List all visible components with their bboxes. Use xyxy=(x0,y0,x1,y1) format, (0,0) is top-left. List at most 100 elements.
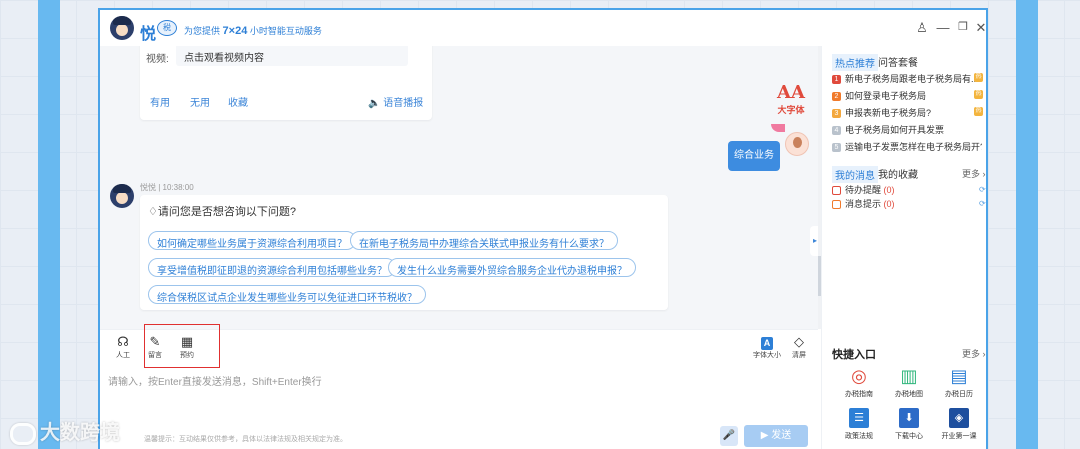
right-panel: 热点推荐 问答套餐 1 新电子税务局跟老电子税务局有... 2 如何登录电子税务局 … xyxy=(821,46,986,449)
disclaimer-text: 温馨提示：互动结果仅供参考，具体以法律法规及相关规定为准。 xyxy=(144,436,347,443)
map-icon: ▥ xyxy=(900,366,918,386)
quick-first-lesson[interactable]: ◈ 开业第一课 xyxy=(934,408,984,441)
microphone-button[interactable]: 🎤 xyxy=(720,426,738,446)
suggestion-card: ♢请问您是否想咨询以下问题? 如何确定哪些业务属于资源综合利用项目？ 在新电子税… xyxy=(140,195,668,310)
highlight-box xyxy=(144,324,220,368)
voice-broadcast-button[interactable]: 🔈 语音播报 xyxy=(368,94,423,109)
quick-tax-calendar[interactable]: ▤ 办税日历 xyxy=(934,366,984,399)
quick-entry-title: 快捷入口 xyxy=(832,349,876,361)
message-notice-label: 消息提示 xyxy=(845,199,882,209)
hot-item[interactable]: 1 新电子税务局跟老电子税务局有... xyxy=(832,72,982,85)
user-icon[interactable]: ♙ xyxy=(915,20,929,36)
video-link[interactable]: 点击观看视频内容 xyxy=(176,46,408,66)
reminder-icon xyxy=(832,186,841,196)
message-input[interactable]: 请输入，按Enter直接发送消息，Shift+Enter换行 温馨提示：互动结果… xyxy=(100,369,818,449)
quick-download[interactable]: ⬇ 下载中心 xyxy=(884,408,934,441)
message-notice-count: (0) xyxy=(883,199,895,209)
watermark: 大数跨境 xyxy=(10,416,120,445)
font-size-label: 字体大小 xyxy=(753,352,781,359)
hot-item-text: 新电子税务局跟老电子税务局有... xyxy=(845,74,979,84)
clear-screen-button[interactable]: ◇ 清屏 xyxy=(786,334,812,360)
video-label: 视频: xyxy=(146,54,169,65)
big-font-label: 大字体 xyxy=(777,105,805,115)
quick-tax-guide-label: 办税指南 xyxy=(845,391,873,398)
quick-download-label: 下载中心 xyxy=(895,433,923,440)
refresh-icon[interactable]: ⟳ xyxy=(979,199,986,208)
tab-my-favorites[interactable]: 我的收藏 xyxy=(878,166,918,181)
messages-more-link[interactable]: 更多 › xyxy=(962,167,986,180)
logo-badge: 税 xyxy=(157,20,177,36)
suggestion-title-text: 请问您是否想咨询以下问题? xyxy=(157,206,296,218)
quick-policy[interactable]: ☰ 政策法规 xyxy=(834,408,884,441)
big-font-button[interactable]: AA 大字体 xyxy=(776,82,806,116)
lesson-icon: ◈ xyxy=(949,408,969,428)
eraser-icon: ◇ xyxy=(794,334,804,349)
tab-my-messages[interactable]: 我的消息 xyxy=(832,166,878,183)
bot-name-time: 悦悦 | 10:38:00 xyxy=(140,183,194,192)
title-bar: 悦 税 为您提供 7×24 小时智能互动服务 ♙ — ❐ ✕ xyxy=(100,10,986,46)
left-frame-bar xyxy=(38,0,60,449)
rank-badge: 3 xyxy=(832,109,841,119)
hot-item-text: 申报表新电子税务局? xyxy=(845,108,932,118)
chat-history[interactable]: 视频: 点击观看视频内容 有用 无用 收藏 🔈 语音播报 AA 大字体 综合业务… xyxy=(100,46,818,329)
message-notice[interactable]: 消息提示 (0) xyxy=(832,197,895,210)
hot-item-text: 电子税务局如何开具发票 xyxy=(845,125,945,135)
slogan-prefix: 为您提供 xyxy=(184,26,221,36)
slogan-highlight: 7×24 xyxy=(222,25,248,37)
suggestion-title: ♢请问您是否想咨询以下问题? xyxy=(148,203,296,219)
download-icon: ⬇ xyxy=(899,408,919,428)
font-size-icon: A xyxy=(761,337,773,350)
input-placeholder: 请输入，按Enter直接发送消息，Shift+Enter换行 xyxy=(108,377,322,388)
rank-badge: 4 xyxy=(832,126,841,136)
suggestion-pill[interactable]: 发生什么业务需要外贸综合服务企业代办退税申报？ xyxy=(388,258,636,277)
hot-item[interactable]: 5 运输电子发票怎样在电子税务局开? xyxy=(832,140,982,153)
lightbulb-icon: ♢ xyxy=(148,206,158,218)
service-slogan: 为您提供 7×24 小时智能互动服务 xyxy=(184,24,322,37)
useful-button[interactable]: 有用 xyxy=(150,94,170,109)
favorite-button[interactable]: 收藏 xyxy=(228,94,248,109)
todo-reminder-count: (0) xyxy=(883,185,895,195)
hot-item[interactable]: 4 电子税务局如何开具发票 xyxy=(832,123,982,136)
compass-icon: ◎ xyxy=(851,366,867,386)
collapse-panel-tab[interactable]: ▸ xyxy=(810,226,818,256)
notice-icon xyxy=(832,200,841,210)
tab-qa-package[interactable]: 问答套餐 xyxy=(878,54,918,69)
hot-item-text: 如何登录电子税务局 xyxy=(845,91,927,101)
human-agent-button[interactable]: ☊ 人工 xyxy=(110,334,136,360)
quick-tax-map[interactable]: ▥ 办税地图 xyxy=(884,366,934,399)
suggestion-pill[interactable]: 如何确定哪些业务属于资源综合利用项目？ xyxy=(148,231,356,250)
quick-tax-map-label: 办税地图 xyxy=(895,391,923,398)
minimize-button[interactable]: — xyxy=(936,20,950,35)
calendar-icon: ▤ xyxy=(950,366,968,386)
rank-badge: 5 xyxy=(832,143,841,153)
quick-tax-guide[interactable]: ◎ 办税指南 xyxy=(834,366,884,399)
watermark-text: 大数跨境 xyxy=(40,422,120,444)
decor-flag xyxy=(771,124,785,132)
headset-icon: ☊ xyxy=(117,334,129,349)
suggestion-pill[interactable]: 综合保税区试点企业发生哪些业务可以免征进口环节税收？ xyxy=(148,285,426,304)
rank-badge: 2 xyxy=(832,92,841,102)
hot-badge: 热 xyxy=(974,90,983,99)
refresh-icon[interactable]: ⟳ xyxy=(979,185,986,194)
tab-hot-recommend[interactable]: 热点推荐 xyxy=(832,54,878,71)
useless-button[interactable]: 无用 xyxy=(190,94,210,109)
suggestion-pill[interactable]: 享受增值税即征即退的资源综合利用包括哪些业务？ xyxy=(148,258,396,277)
font-size-icon-wrap: A xyxy=(752,334,782,350)
app-logo: 悦 xyxy=(140,26,157,43)
rank-badge: 1 xyxy=(832,75,841,85)
hot-item[interactable]: 2 如何登录电子税务局 xyxy=(832,89,982,102)
close-button[interactable]: ✕ xyxy=(974,20,986,36)
bot-avatar xyxy=(110,184,134,208)
todo-reminder[interactable]: 待办提醒 (0) xyxy=(832,183,895,196)
hot-item[interactable]: 3 申报表新电子税务局? xyxy=(832,106,982,119)
clear-screen-label: 清屏 xyxy=(792,352,806,359)
hot-item-text: 运输电子发票怎样在电子税务局开? xyxy=(845,142,982,152)
suggestion-pill[interactable]: 在新电子税务局中办理综合关联式申报业务有什么要求？ xyxy=(350,231,618,250)
restore-button[interactable]: ❐ xyxy=(956,20,970,33)
video-message-card: 视频: 点击观看视频内容 有用 无用 收藏 🔈 语音播报 xyxy=(140,46,432,120)
send-button[interactable]: ▶ 发送 xyxy=(744,425,808,447)
quick-more-link[interactable]: 更多 › xyxy=(962,347,986,360)
font-size-button[interactable]: A 字体大小 xyxy=(752,334,782,360)
right-frame-bar xyxy=(1016,0,1038,449)
human-agent-label: 人工 xyxy=(116,352,130,359)
